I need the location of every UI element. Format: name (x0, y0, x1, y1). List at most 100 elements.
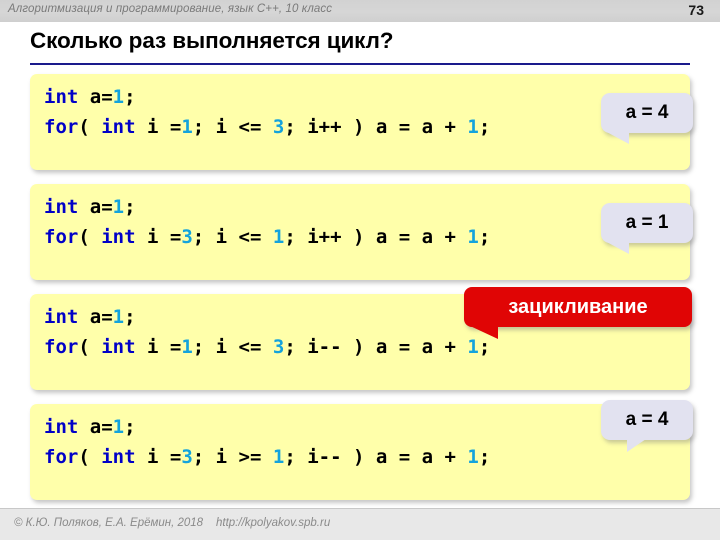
variable-i: i (135, 446, 170, 468)
separator-1: ; i (192, 226, 239, 248)
page-number: 73 (688, 2, 704, 18)
variable-i: i (135, 226, 170, 248)
keyword-int: int (44, 86, 79, 108)
footer-url[interactable]: http://kpolyakov.spb.ru (216, 517, 330, 529)
variable-i: i (135, 336, 170, 358)
operator-assign: = (101, 416, 113, 438)
paren-open: ( (78, 116, 102, 138)
operator-assign: = (169, 116, 182, 138)
code-block-4: int a=1; for( int i =3; i >= 1; i-- ) a … (30, 404, 690, 500)
step-operator: ++ (318, 116, 342, 138)
keyword-int: int (44, 306, 79, 328)
separator-1: ; i (192, 336, 239, 358)
keyword-for: for (44, 116, 79, 138)
condition-value: 3 (272, 336, 285, 358)
loop-body-value: 1 (467, 226, 479, 248)
number-literal: 1 (112, 306, 125, 328)
answer-callout-2: a = 1 (601, 203, 693, 254)
keyword-int: int (44, 196, 79, 218)
operator-assign: = (169, 226, 182, 248)
keyword-int: int (101, 226, 136, 248)
condition-value: 1 (272, 446, 285, 468)
separator-2: ; i (284, 336, 319, 358)
code-line-1: int a=1; (44, 82, 690, 112)
operator-assign: = (101, 196, 113, 218)
step-operator: -- (318, 336, 342, 358)
condition-value: 3 (272, 116, 285, 138)
number-literal: 1 (112, 196, 125, 218)
keyword-for: for (44, 336, 79, 358)
operator-assign: = (101, 86, 113, 108)
separator-1: ; i (192, 446, 239, 468)
keyword-for: for (44, 226, 79, 248)
semicolon: ; (124, 196, 136, 218)
loop-init-value: 3 (181, 446, 193, 468)
code-line-2: for( int i =1; i <= 3; i-- ) a = a + 1; (44, 332, 690, 362)
answer-callout-2-label: a = 1 (625, 212, 669, 233)
loop-body: a = a + (375, 336, 468, 358)
variable-a: a (78, 416, 102, 438)
semicolon: ; (478, 336, 491, 358)
number-literal: 1 (112, 86, 125, 108)
semicolon: ; (478, 116, 491, 138)
semicolon: ; (124, 416, 136, 438)
condition-operator: <= (238, 116, 262, 138)
keyword-int: int (44, 416, 79, 438)
loop-body: a = a + (375, 446, 468, 468)
condition-value: 1 (272, 226, 285, 248)
page-title: Сколько раз выполняется цикл? (30, 28, 394, 53)
semicolon: ; (124, 306, 136, 328)
semicolon: ; (478, 446, 491, 468)
keyword-int: int (101, 336, 136, 358)
code-block-1: int a=1; for( int i =1; i <= 3; i++ ) a … (30, 74, 690, 170)
answer-callout-1-label: a = 4 (625, 102, 669, 123)
footer-copyright: © К.Ю. Поляков, Е.А. Ерёмин, 2018 (14, 517, 204, 529)
paren-close: ) (341, 446, 376, 468)
condition-operator: <= (238, 226, 262, 248)
paren-close: ) (341, 226, 376, 248)
operator-assign: = (101, 306, 113, 328)
step-operator: -- (318, 446, 342, 468)
callout-tail-icon (627, 437, 649, 452)
loop-init-value: 3 (181, 226, 193, 248)
operator-assign: = (169, 336, 182, 358)
answer-callout-4: a = 4 (601, 400, 693, 452)
variable-a: a (78, 86, 102, 108)
answer-callout-4-label: a = 4 (625, 409, 669, 430)
paren-close: ) (341, 116, 376, 138)
callout-tail-icon (603, 130, 629, 144)
loop-body: a = a + (375, 116, 468, 138)
semicolon: ; (478, 226, 491, 248)
condition-operator: <= (238, 336, 262, 358)
loop-init-value: 1 (181, 336, 193, 358)
paren-open: ( (78, 336, 102, 358)
loop-body-value: 1 (467, 446, 479, 468)
loop-init-value: 1 (181, 116, 193, 138)
code-line-1: int a=1; (44, 192, 690, 222)
callout-tail-icon (603, 240, 629, 254)
infinite-loop-badge: зацикливание (464, 287, 692, 339)
condition-operator: >= (238, 446, 262, 468)
loop-body: a = a + (375, 226, 468, 248)
number-literal: 1 (112, 416, 125, 438)
operator-assign: = (169, 446, 182, 468)
variable-a: a (78, 306, 102, 328)
separator-1: ; i (192, 116, 239, 138)
code-line-2: for( int i =1; i <= 3; i++ ) a = a + 1; (44, 112, 690, 142)
code-line-1: int a=1; (44, 412, 690, 442)
loop-body-value: 1 (467, 116, 479, 138)
semicolon: ; (124, 86, 136, 108)
title-divider (30, 63, 690, 65)
keyword-int: int (101, 116, 136, 138)
badge-tail-icon (468, 325, 498, 339)
separator-2: ; i (284, 446, 319, 468)
keyword-int: int (101, 446, 136, 468)
code-line-2: for( int i =3; i <= 1; i++ ) a = a + 1; (44, 222, 690, 252)
paren-open: ( (78, 226, 102, 248)
step-operator: ++ (318, 226, 342, 248)
code-line-2: for( int i =3; i >= 1; i-- ) a = a + 1; (44, 442, 690, 472)
infinite-loop-badge-label: зацикливание (508, 295, 648, 318)
